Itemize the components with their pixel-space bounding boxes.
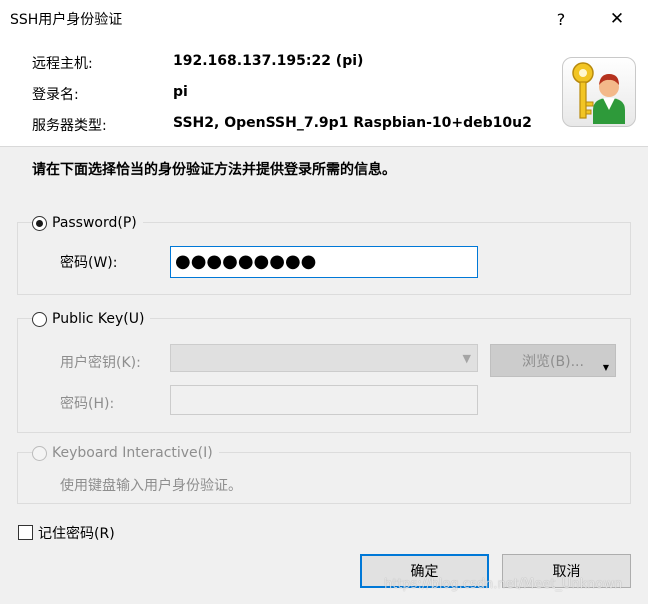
password-radio[interactable]: Password(P) <box>32 213 143 233</box>
browse-button-label: 浏览(B)... <box>522 353 584 370</box>
title-bar: SSH用户身份验证 ? ✕ <box>0 0 648 38</box>
window-title: SSH用户身份验证 <box>10 12 123 28</box>
keyboard-interactive-radio[interactable]: Keyboard Interactive(I) <box>32 443 219 463</box>
keyboard-interactive-description: 使用键盘输入用户身份验证。 <box>60 478 242 494</box>
instruction-text: 请在下面选择恰当的身份验证方法并提供登录所需的信息。 <box>32 162 396 178</box>
user-key-label: 用户密钥(K): <box>60 355 141 371</box>
login-label: 登录名: <box>32 87 79 103</box>
password-mask: ●●●●●●●●● <box>175 251 317 272</box>
password-input[interactable]: ●●●●●●●●● <box>170 246 478 278</box>
public-key-radio-button[interactable] <box>32 311 47 327</box>
remember-password-label[interactable]: 记住密码(R) <box>38 523 115 543</box>
remember-password-checkbox[interactable] <box>18 525 33 540</box>
public-key-radio-label: Public Key(U) <box>52 311 145 327</box>
server-type-value: SSH2, OpenSSH_7.9p1 Raspbian-10+deb10u2 <box>173 115 532 131</box>
password-radio-button[interactable] <box>32 215 47 231</box>
dropdown-arrow-icon: ▼ <box>602 363 609 372</box>
keyboard-interactive-radio-button[interactable] <box>32 445 47 461</box>
password-radio-label: Password(P) <box>52 215 137 231</box>
password-field-label: 密码(W): <box>60 255 118 271</box>
login-value: pi <box>173 84 188 100</box>
connection-info-panel: 远程主机: 192.168.137.195:22 (pi) 登录名: pi 服务… <box>0 38 648 146</box>
watermark-text: https://blog.csdn.net/Meet_Unknown <box>384 577 623 592</box>
key-user-icon <box>562 57 636 127</box>
server-type-label: 服务器类型: <box>32 118 107 134</box>
close-button[interactable]: ✕ <box>594 0 640 38</box>
host-label: 远程主机: <box>32 56 93 72</box>
browse-button[interactable]: 浏览(B)... ▼ <box>490 344 616 377</box>
chevron-down-icon: ▼ <box>462 352 471 365</box>
passphrase-label: 密码(H): <box>60 396 115 412</box>
keyboard-interactive-label: Keyboard Interactive(I) <box>52 445 213 461</box>
help-button[interactable]: ? <box>538 0 584 38</box>
user-key-select[interactable]: ▼ <box>170 344 478 372</box>
host-value: 192.168.137.195:22 (pi) <box>173 53 364 69</box>
passphrase-input[interactable] <box>170 385 478 415</box>
public-key-radio[interactable]: Public Key(U) <box>32 309 151 329</box>
